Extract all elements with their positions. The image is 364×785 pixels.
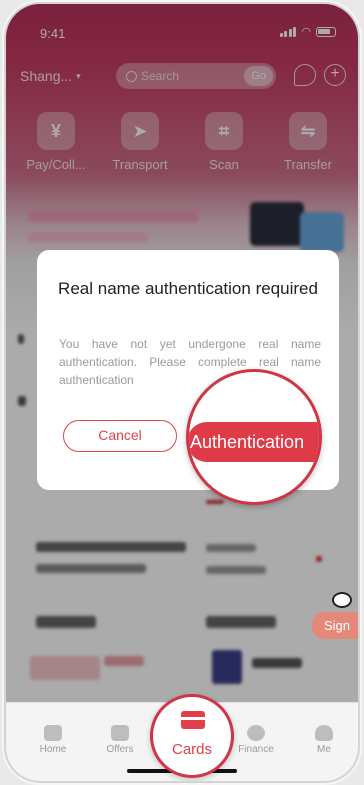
phone-screen: 9:41 ◠ Shang... ▾ Search Go + ¥ Pay/Coll… (6, 4, 358, 781)
home-icon (44, 725, 62, 741)
tab-home[interactable]: Home (23, 725, 83, 755)
tab-finance[interactable]: Finance (226, 725, 286, 755)
authentication-magnifier[interactable]: Authentication (186, 369, 322, 505)
sign-badge[interactable]: Sign (311, 612, 358, 639)
tab-label: Cards (171, 741, 212, 758)
authentication-button-zoomed[interactable]: Authentication (189, 422, 319, 462)
tab-cards[interactable]: Cards (150, 694, 234, 778)
offers-icon (111, 725, 129, 741)
tab-offers[interactable]: Offers (90, 725, 150, 755)
tab-label: Me (317, 744, 331, 755)
panda-icon (332, 592, 352, 608)
cancel-button[interactable]: Cancel (63, 420, 177, 452)
tab-me[interactable]: Me (294, 725, 354, 755)
tab-label: Offers (106, 744, 134, 755)
tab-label: Home (39, 744, 67, 755)
finance-icon (247, 725, 265, 741)
card-icon (181, 711, 205, 729)
tab-label: Finance (238, 744, 274, 755)
dialog-title: Real name authentication required (58, 279, 318, 298)
person-icon (315, 725, 333, 741)
